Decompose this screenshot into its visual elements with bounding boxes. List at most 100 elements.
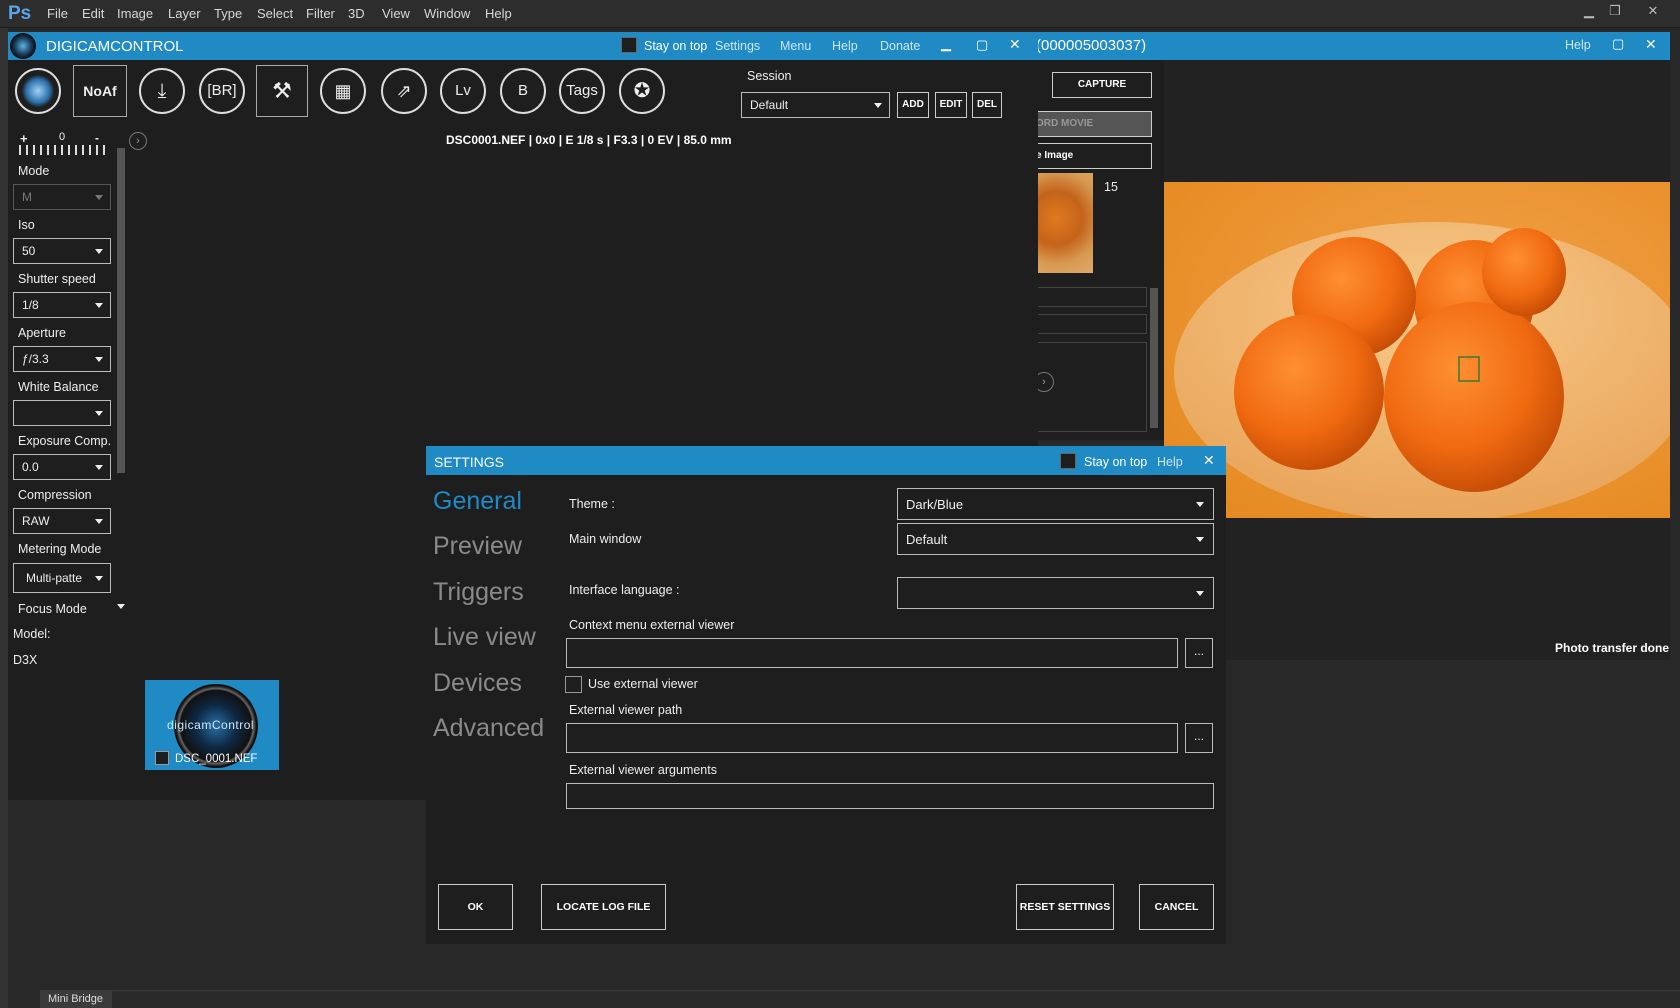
external-viewer-args-input[interactable] [566, 783, 1214, 809]
star-icon[interactable]: ✪ [619, 68, 665, 114]
mode-value: M [22, 190, 32, 204]
main-window-select[interactable]: Default [897, 523, 1214, 555]
ps-menu-select[interactable]: Select [257, 6, 293, 21]
exposure-comp-select[interactable]: 0.0 [13, 454, 111, 480]
aperture-select[interactable]: ƒ/3.3 [13, 346, 111, 372]
external-viewer-path-input[interactable] [566, 723, 1178, 753]
tags-button[interactable]: Tags [559, 68, 605, 114]
nav-live-view[interactable]: Live view [433, 623, 536, 652]
ps-menu-3d[interactable]: 3D [348, 6, 365, 21]
download-icon[interactable]: ⤓ [139, 68, 185, 114]
nav-devices[interactable]: Devices [433, 669, 522, 698]
ps-menu-layer[interactable]: Layer [168, 6, 201, 21]
open-external-icon[interactable]: ⇗ [381, 68, 427, 114]
photoshop-logo: Ps [8, 3, 32, 24]
iso-value: 50 [22, 244, 36, 258]
session-select[interactable]: Default [741, 92, 890, 118]
ps-menu-window[interactable]: Window [424, 6, 470, 21]
image-button[interactable]: e Image [1032, 143, 1152, 169]
focus-mode-dropdown-icon[interactable] [117, 604, 125, 609]
ps-menu-filter[interactable]: Filter [306, 6, 335, 21]
ps-menu-file[interactable]: File [47, 6, 68, 21]
session-edit-button[interactable]: EDIT [935, 92, 967, 118]
nav-general[interactable]: General [433, 487, 522, 516]
props-scrollbar[interactable] [117, 148, 125, 473]
ps-menu-help[interactable]: Help [485, 6, 512, 21]
mini-bridge-tab[interactable]: Mini Bridge [40, 990, 112, 1008]
dcc-maximize-icon[interactable]: ▢ [976, 37, 988, 53]
nav-preview[interactable]: Preview [433, 532, 522, 561]
settings-close-icon[interactable]: ✕ [1203, 452, 1215, 469]
metering-mode-value: Multi-patte [26, 571, 83, 585]
ok-button[interactable]: OK [438, 884, 513, 930]
external-viewer-path-label: External viewer path [569, 703, 683, 717]
external-viewer-browse-button[interactable]: ... [1185, 723, 1213, 753]
camera-maximize-icon[interactable]: ▢ [1612, 36, 1624, 52]
focus-mode-label: Focus Mode [18, 602, 87, 616]
ps-restore-icon[interactable]: ❐ [1604, 3, 1626, 21]
camera-list-row[interactable] [1032, 314, 1147, 334]
ps-close-icon[interactable]: ✕ [1642, 3, 1664, 21]
exposure-comp-label: Exposure Comp. [18, 434, 112, 448]
bracketing-button[interactable]: [BR] [199, 68, 245, 114]
reset-settings-button[interactable]: RESET SETTINGS [1016, 884, 1114, 930]
theme-select[interactable]: Dark/Blue [897, 488, 1214, 520]
image-thumbnail[interactable]: digicamControl DSC_0001.NEF [145, 680, 279, 770]
dcc-menu-link[interactable]: Menu [780, 39, 811, 53]
ps-menu-edit[interactable]: Edit [82, 6, 104, 21]
camera-scrollbar[interactable] [1150, 288, 1158, 428]
nav-triggers[interactable]: Triggers [433, 578, 524, 607]
ps-menu-image[interactable]: Image [117, 6, 153, 21]
shutter-speed-label: Shutter speed [18, 272, 96, 286]
session-add-button[interactable]: ADD [897, 92, 929, 118]
photoshop-bottom-bar [40, 990, 1680, 1008]
locate-log-file-button[interactable]: LOCATE LOG FILE [541, 884, 666, 930]
dcc-help-link[interactable]: Help [832, 39, 858, 53]
iso-select[interactable]: 50 [13, 238, 111, 264]
camera-window-title: (000005003037) [1036, 37, 1147, 54]
ps-minimize-icon[interactable]: ▁ [1578, 3, 1600, 21]
camera-lens-icon[interactable] [15, 68, 61, 114]
session-value: Default [750, 98, 789, 112]
capture-button[interactable]: CAPTURE [1052, 72, 1152, 98]
dcc-minimize-icon[interactable]: ▁ [941, 36, 951, 52]
nav-advanced[interactable]: Advanced [433, 714, 544, 743]
thumb-checkbox[interactable] [155, 751, 169, 765]
mode-select[interactable]: M [13, 184, 111, 210]
oranges-photo [1164, 182, 1670, 518]
settings-stay-on-top-checkbox[interactable] [1060, 453, 1076, 469]
dcc-stay-on-top-label: Stay on top [644, 39, 708, 53]
camera-close-icon[interactable]: ✕ [1645, 36, 1657, 53]
ps-menu-view[interactable]: View [382, 6, 410, 21]
movie-clapper-icon[interactable]: ▦ [320, 68, 366, 114]
interface-language-select[interactable] [897, 577, 1214, 609]
image-count: 15 [1104, 180, 1118, 194]
settings-stay-on-top-label: Stay on top [1084, 455, 1148, 469]
shutter-speed-select[interactable]: 1/8 [13, 292, 111, 318]
dcc-donate-link[interactable]: Donate [880, 39, 920, 53]
camera-thumbnail[interactable] [1032, 173, 1093, 273]
use-external-viewer-label: Use external viewer [588, 677, 698, 691]
ps-menu-type[interactable]: Type [214, 6, 242, 21]
chevron-right-icon[interactable]: › [129, 132, 147, 150]
context-menu-browse-button[interactable]: ... [1185, 638, 1213, 668]
dcc-stay-on-top-checkbox[interactable] [621, 37, 637, 53]
no-af-button[interactable]: NoAf [73, 65, 127, 117]
use-external-viewer-checkbox[interactable] [565, 676, 582, 693]
record-movie-button[interactable]: ORD MOVIE [1032, 111, 1152, 137]
tools-icon[interactable]: ⚒ [256, 65, 308, 117]
model-label: Model: [13, 627, 51, 641]
settings-help-link[interactable]: Help [1157, 455, 1183, 469]
bulb-button[interactable]: B [500, 68, 546, 114]
metering-mode-select[interactable]: Multi-patte [13, 563, 111, 593]
session-del-button[interactable]: DEL [972, 92, 1002, 118]
dcc-settings-link[interactable]: Settings [715, 39, 760, 53]
dcc-close-icon[interactable]: ✕ [1009, 36, 1021, 53]
cancel-button[interactable]: CANCEL [1139, 884, 1214, 930]
liveview-button[interactable]: Lv [440, 68, 486, 114]
white-balance-select[interactable] [13, 400, 111, 426]
camera-help-link[interactable]: Help [1565, 38, 1591, 52]
context-menu-viewer-input[interactable] [566, 638, 1178, 668]
compression-select[interactable]: RAW [13, 508, 111, 534]
camera-list-row[interactable] [1032, 287, 1147, 307]
